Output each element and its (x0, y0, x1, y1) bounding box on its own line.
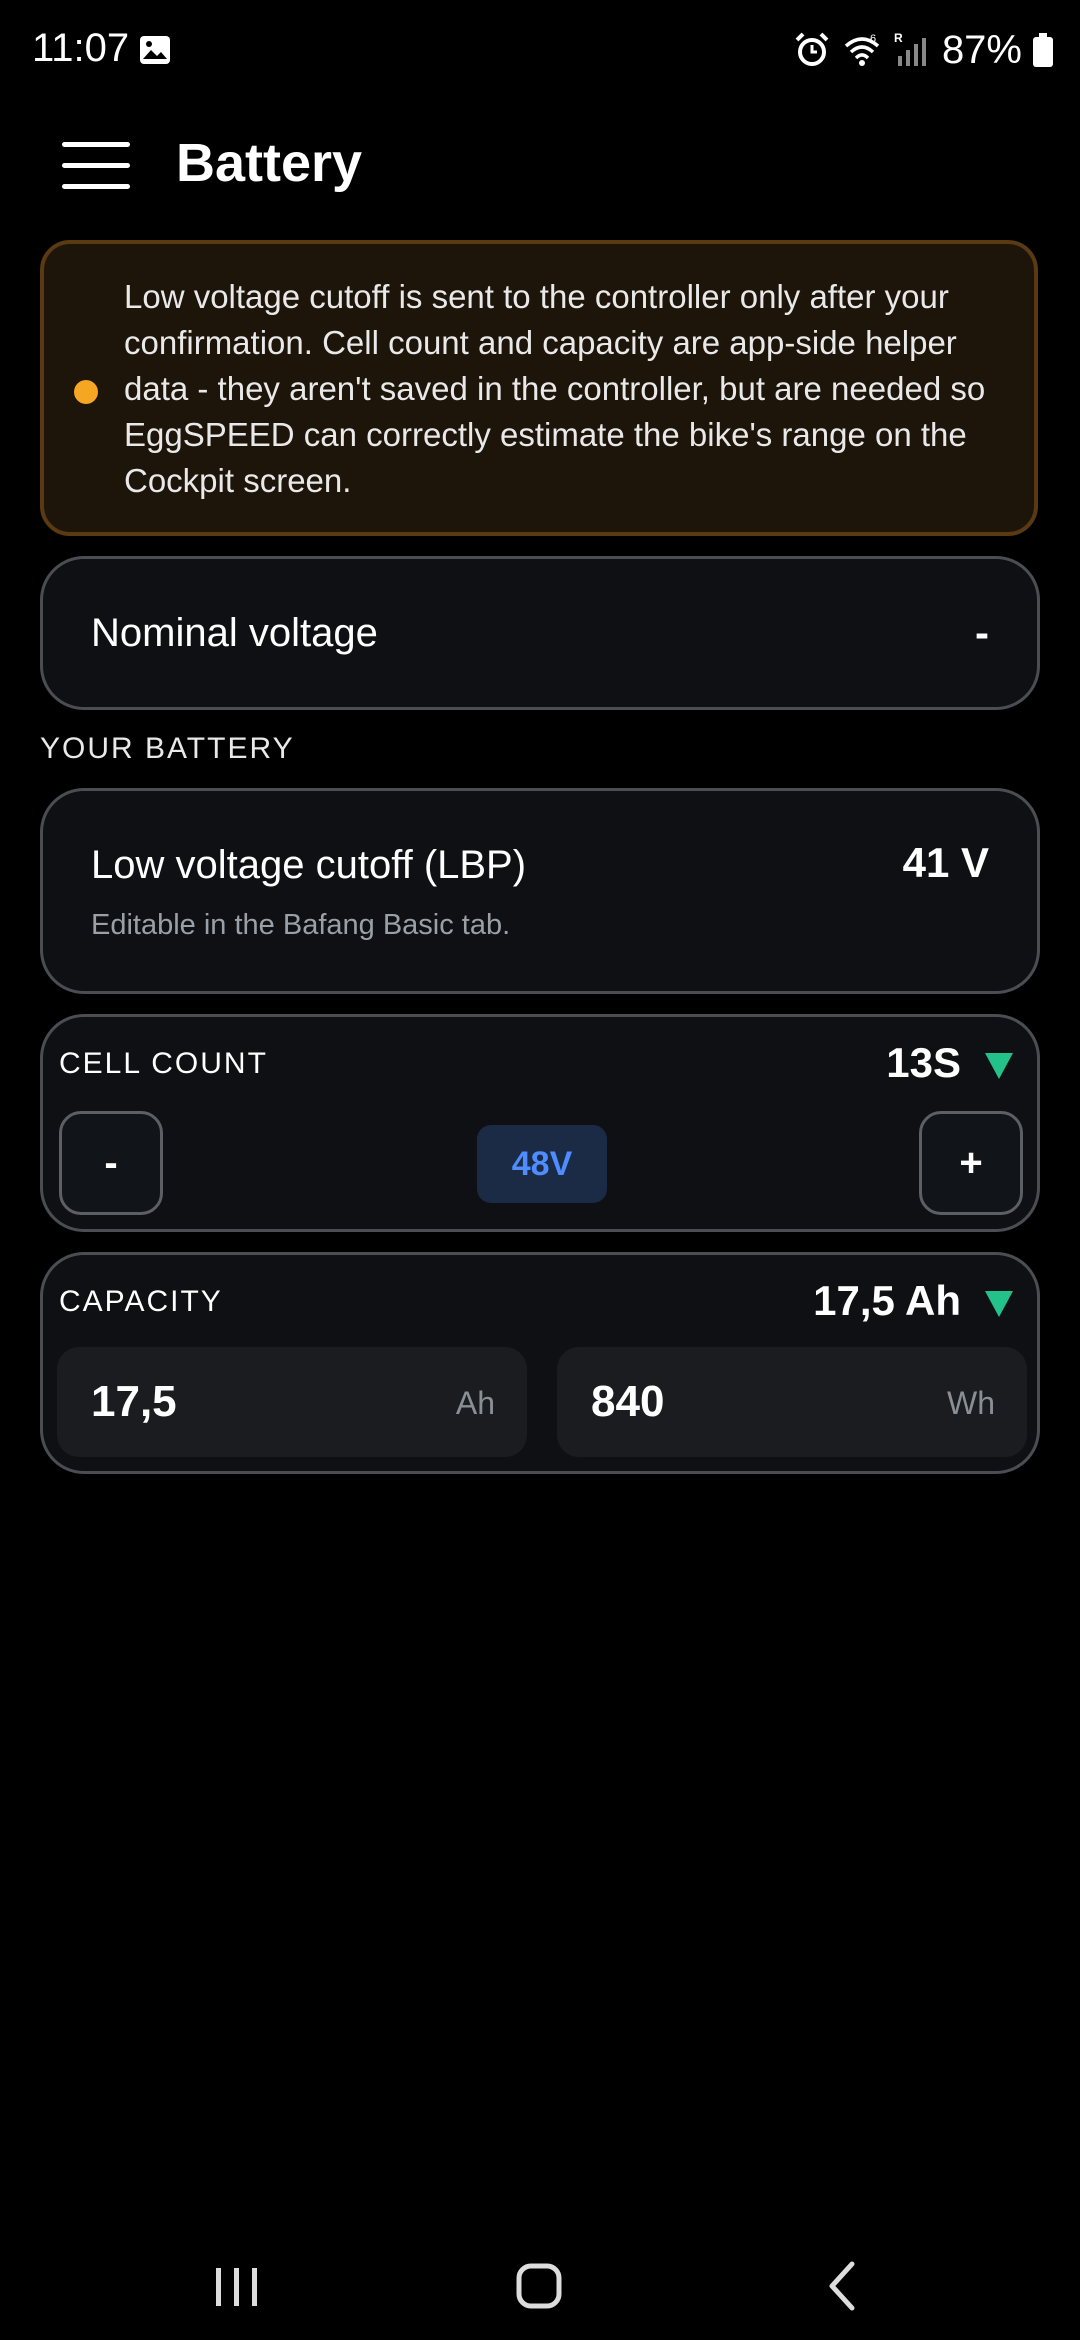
lbp-hint: Editable in the Bafang Basic tab. (91, 909, 511, 941)
wifi-badge: 6 (870, 33, 876, 45)
recent-apps-icon[interactable] (192, 2240, 282, 2330)
alarm-icon (795, 32, 829, 66)
collapse-triangle-icon[interactable] (985, 1291, 1013, 1317)
back-icon[interactable] (796, 2240, 886, 2330)
cell-count-label: CELL COUNT (59, 1047, 268, 1080)
network-badge: R (894, 31, 903, 45)
lbp-label: Low voltage cutoff (LBP) (91, 843, 527, 887)
increase-cells-button[interactable]: + (919, 1111, 1023, 1215)
signal-icon: R (894, 31, 926, 66)
capacity-value: 17,5 Ah (813, 1277, 961, 1324)
warning-text: Low voltage cutoff is sent to the contro… (124, 278, 986, 499)
gallery-notification-icon (140, 36, 170, 64)
capacity-wh-input[interactable]: 840 Wh (557, 1347, 1027, 1457)
cell-count-value: 13S (886, 1039, 961, 1086)
app-bar: Battery (0, 110, 1080, 220)
lbp-card: Low voltage cutoff (LBP) 41 V Editable i… (40, 788, 1040, 994)
lbp-value: 41 V (902, 839, 989, 886)
battery-icon (1033, 33, 1053, 67)
capacity-card: CAPACITY 17,5 Ah 17,5 Ah 840 Wh (40, 1252, 1040, 1474)
capacity-label: CAPACITY (59, 1285, 223, 1318)
capacity-wh-unit: Wh (947, 1385, 995, 1421)
section-header-your-battery: YOUR BATTERY (40, 732, 295, 765)
voltage-badge: 48V (477, 1125, 607, 1203)
capacity-wh-value: 840 (591, 1377, 665, 1426)
page-title: Battery (176, 133, 363, 193)
collapse-triangle-icon[interactable] (985, 1053, 1013, 1079)
warning-notice: Low voltage cutoff is sent to the contro… (40, 240, 1038, 536)
status-bar: 11:07 6 R 87% (0, 0, 1080, 100)
status-icons: 6 R 87% (792, 22, 1054, 78)
capacity-ah-unit: Ah (455, 1385, 495, 1421)
capacity-ah-input[interactable]: 17,5 Ah (57, 1347, 527, 1457)
wifi-icon: 6 (844, 33, 880, 66)
decrease-cells-button[interactable]: - (59, 1111, 163, 1215)
hamburger-menu-icon[interactable] (52, 134, 138, 196)
nominal-voltage-card[interactable]: Nominal voltage - (40, 556, 1040, 710)
capacity-ah-value: 17,5 (91, 1377, 177, 1426)
nominal-voltage-value: - (975, 609, 989, 656)
cell-count-card: CELL COUNT 13S - 48V + (40, 1014, 1040, 1232)
nominal-voltage-label: Nominal voltage (91, 611, 378, 655)
status-time: 11:07 (32, 26, 130, 70)
warning-dot-icon (74, 380, 98, 404)
battery-percent: 87% (941, 27, 1022, 72)
home-icon[interactable] (494, 2240, 584, 2330)
system-nav-bar (0, 2230, 1080, 2340)
